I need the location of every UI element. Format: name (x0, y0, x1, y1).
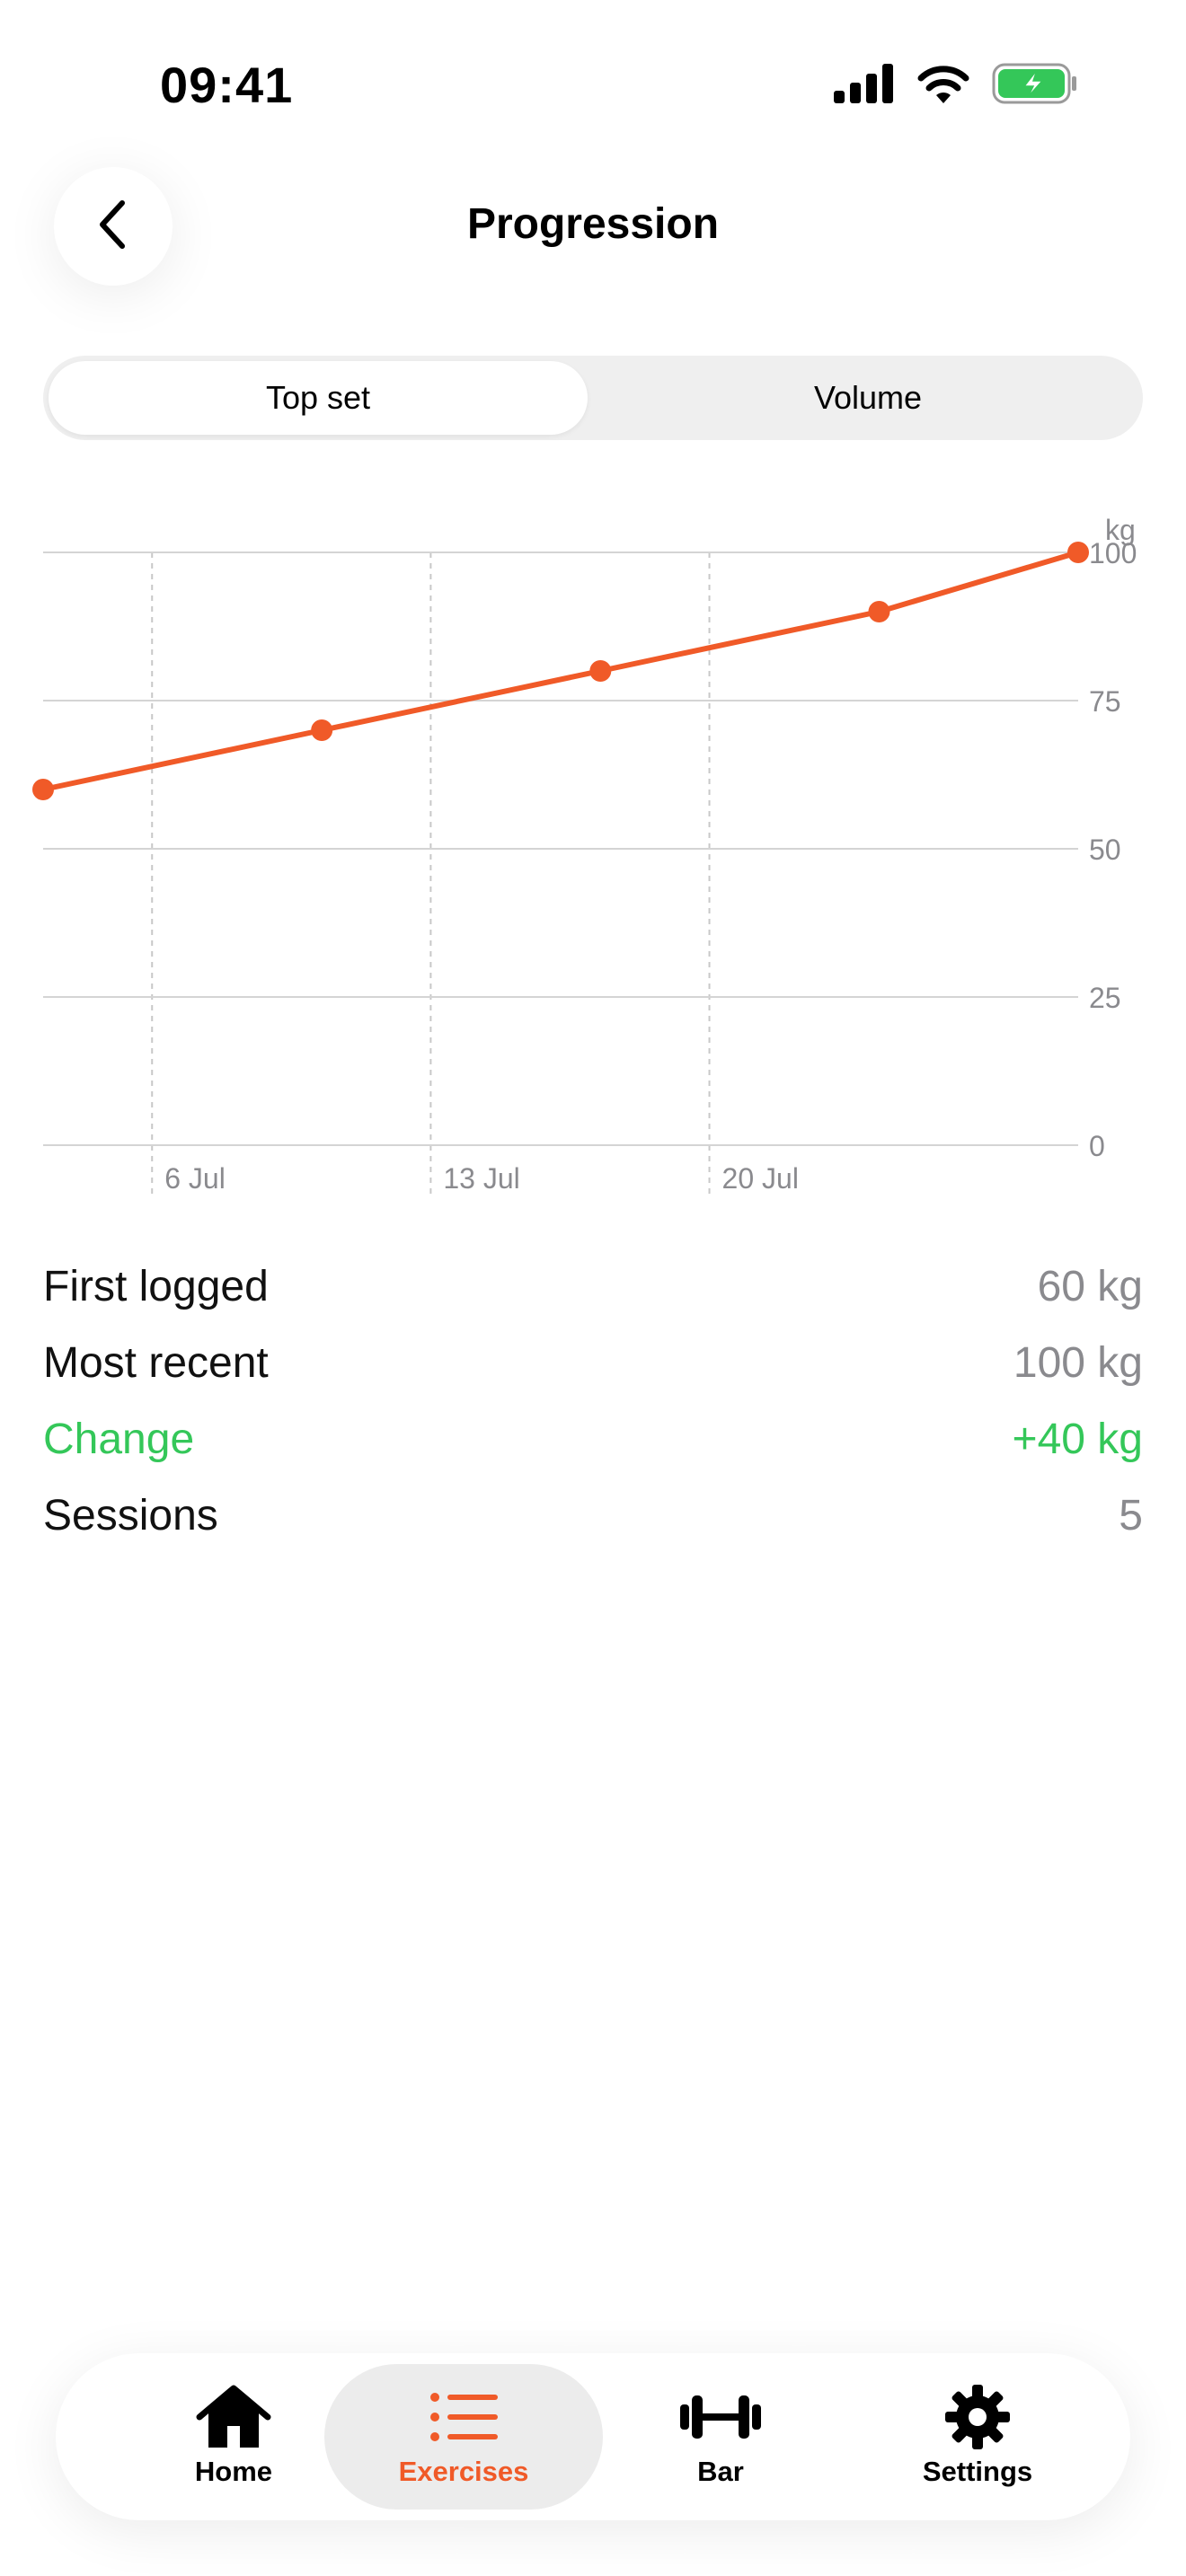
progression-chart: 6 Jul 13 Jul 20 Jul 0 25 50 75 100 kg (0, 485, 1186, 1204)
x-tick-label: 6 Jul (164, 1162, 226, 1195)
stat-value: 100 kg (1013, 1339, 1143, 1387)
stat-value: 60 kg (1037, 1263, 1143, 1310)
list-icon (423, 2386, 504, 2448)
stat-value: 5 (1119, 1492, 1143, 1539)
y-tick-label: 0 (1089, 1130, 1105, 1162)
stat-row-most-recent: Most recent 100 kg (43, 1325, 1143, 1401)
segment-top-set[interactable]: Top set (49, 361, 588, 435)
stat-value: +40 kg (1012, 1416, 1143, 1463)
data-point (868, 601, 890, 622)
battery-charging-icon (992, 63, 1078, 109)
tab-settings[interactable]: Settings (838, 2364, 1117, 2510)
y-tick-label: 25 (1089, 982, 1121, 1014)
y-unit-label: kg (1105, 514, 1136, 546)
page-title: Progression (466, 200, 720, 248)
data-point (589, 660, 612, 682)
series-line (40, 550, 1081, 792)
x-tick-label: 13 Jul (443, 1162, 519, 1195)
stat-label: Sessions (43, 1492, 218, 1539)
data-point (1067, 542, 1089, 563)
data-point (32, 779, 54, 800)
stat-row-change: Change +40 kg (43, 1401, 1143, 1478)
stat-label: First logged (43, 1263, 269, 1310)
stat-label: Change (43, 1416, 195, 1463)
metric-segmented-control: Top set Volume (43, 356, 1143, 440)
tab-label: Settings (922, 2456, 1033, 2487)
barbell-icon (680, 2386, 761, 2448)
tab-label: Home (194, 2456, 273, 2487)
y-tick-label: 75 (1089, 685, 1121, 718)
status-bar: 09:41 (0, 0, 1186, 171)
stats-list: First logged 60 kg Most recent 100 kg Ch… (43, 1248, 1143, 1554)
progression-chart-svg: 6 Jul 13 Jul 20 Jul0255075100kg (32, 514, 1137, 1197)
tab-label: Bar (697, 2456, 744, 2487)
segment-volume[interactable]: Volume (598, 361, 1137, 435)
x-tick-label: 20 Jul (722, 1162, 799, 1195)
status-icons (834, 63, 1078, 109)
tab-bar-equipment[interactable]: Bar (581, 2364, 860, 2510)
house-icon (193, 2385, 274, 2448)
data-point (311, 719, 333, 741)
stat-label: Most recent (43, 1339, 269, 1387)
gear-icon (937, 2385, 1018, 2449)
stat-row-first-logged: First logged 60 kg (43, 1248, 1143, 1325)
status-time: 09:41 (160, 57, 294, 113)
stat-row-sessions: Sessions 5 (43, 1478, 1143, 1554)
y-tick-label: 50 (1089, 834, 1121, 866)
tab-label: Exercises (398, 2456, 529, 2487)
wifi-icon (916, 64, 970, 108)
cellular-signal-icon (834, 64, 895, 108)
tab-exercises[interactable]: Exercises (324, 2364, 603, 2510)
tab-bar: Home Exercises Bar Settings (56, 2353, 1130, 2520)
